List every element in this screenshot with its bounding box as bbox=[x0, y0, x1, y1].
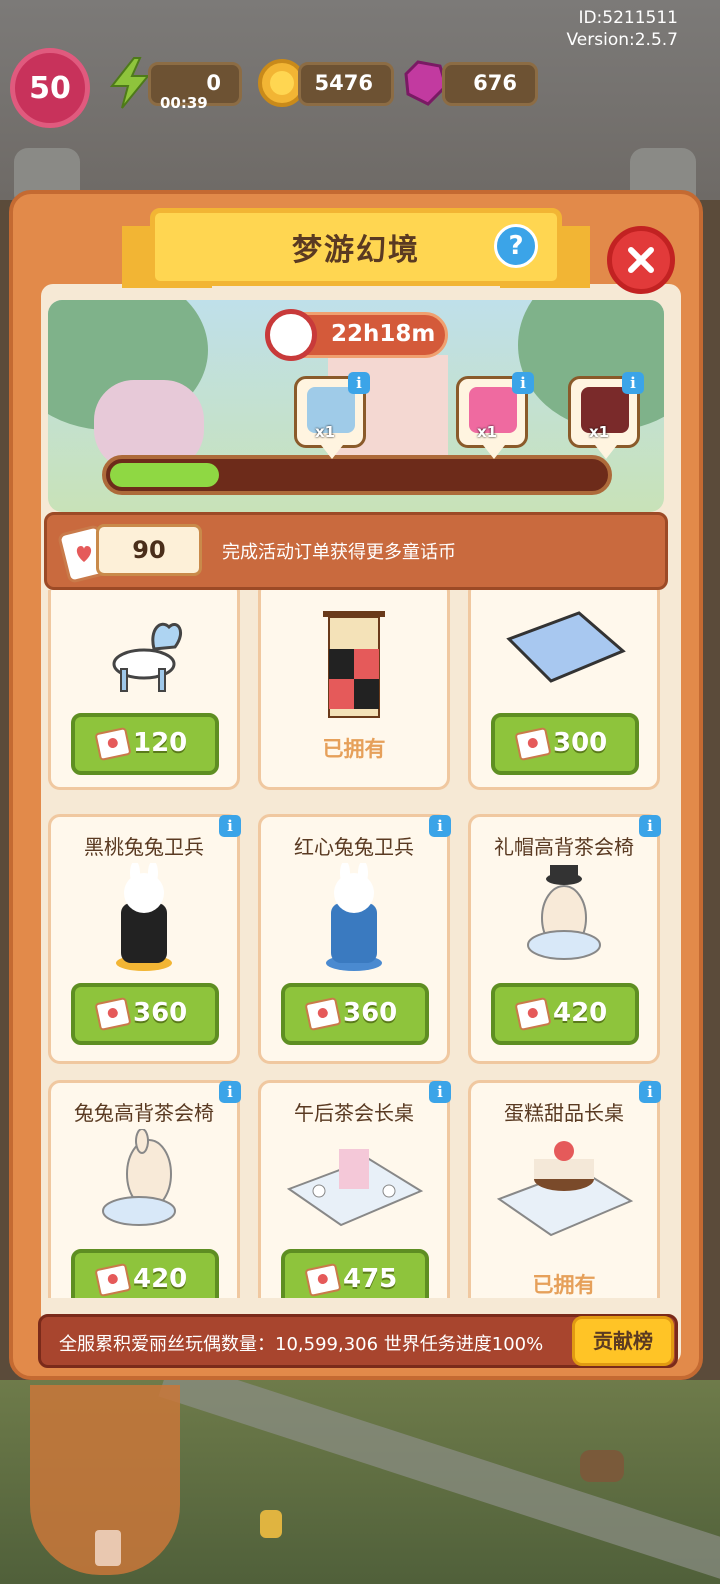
item-price: 360 bbox=[343, 998, 398, 1028]
item-price: 120 bbox=[133, 728, 188, 758]
spade-rabbit-guard-icon bbox=[99, 861, 189, 977]
shop-item-name: 红心兔兔卫兵 bbox=[294, 835, 414, 859]
fairy-coin-amount: 90 bbox=[96, 524, 202, 576]
item-price: 300 bbox=[553, 728, 608, 758]
shop-item-name: 兔兔高背茶会椅 bbox=[74, 1101, 214, 1125]
energy-timer: 00:39 bbox=[160, 94, 208, 112]
shop-item-name: 午后茶会长桌 bbox=[294, 1101, 414, 1125]
shop-item-card[interactable]: 兔兔高背茶会椅 420 i bbox=[48, 1080, 241, 1298]
shop-item-card[interactable]: 黑桃兔兔卫兵 360 i bbox=[48, 814, 241, 1064]
reward-3-info-icon[interactable]: i bbox=[622, 372, 644, 394]
item-price: 360 bbox=[133, 998, 188, 1028]
reward-1-pointer bbox=[321, 445, 343, 459]
shop-item-card[interactable]: 蛋糕甜品长桌 已拥有 i bbox=[468, 1080, 661, 1298]
shop-item-card[interactable]: 120 bbox=[48, 590, 240, 790]
fairy-coin-icon bbox=[514, 996, 552, 1032]
item-info-icon[interactable]: i bbox=[219, 1081, 241, 1103]
background-stump bbox=[580, 1450, 624, 1482]
reward-3-count: x1 bbox=[589, 423, 610, 441]
reward-2-info-icon[interactable]: i bbox=[512, 372, 534, 394]
shop-item-card[interactable]: 午后茶会长桌 475 i bbox=[258, 1080, 451, 1298]
afternoon-tea-table-icon bbox=[279, 1129, 429, 1243]
close-icon bbox=[628, 247, 654, 273]
gem-value: 676 bbox=[473, 71, 517, 95]
fairy-coin-value: 90 bbox=[132, 536, 166, 564]
owned-label: 已拥有 bbox=[322, 737, 386, 761]
close-button[interactable] bbox=[607, 226, 675, 294]
fairy-coin-icon bbox=[94, 1262, 132, 1298]
item-info-icon[interactable]: i bbox=[429, 1081, 451, 1103]
reward-1-count: x1 bbox=[315, 423, 336, 441]
item-info-icon[interactable]: i bbox=[639, 815, 661, 837]
buy-button[interactable]: 360 bbox=[71, 983, 219, 1045]
buy-button[interactable]: 475 bbox=[281, 1249, 429, 1298]
reward-2-count: x1 bbox=[477, 423, 498, 441]
help-button[interactable]: ? bbox=[494, 224, 538, 268]
gem-counter[interactable]: 676 bbox=[442, 62, 538, 106]
version-label: Version:2.5.7 bbox=[566, 30, 679, 50]
level-badge[interactable]: 50 bbox=[10, 48, 90, 128]
fairy-coin-icon bbox=[94, 996, 132, 1032]
energy-value: 0 bbox=[206, 71, 221, 95]
shop-item-card[interactable]: 300 bbox=[468, 590, 660, 790]
item-price: 420 bbox=[133, 1264, 188, 1294]
background-card bbox=[95, 1530, 121, 1566]
shop-item-name: 蛋糕甜品长桌 bbox=[504, 1101, 624, 1125]
event-timer: 22h18m bbox=[265, 309, 448, 361]
user-id: ID:5211511 bbox=[578, 8, 678, 28]
world-progress-text: 全服累积爱丽丝玩偶数量：10,599,306 世界任务进度100% bbox=[59, 1334, 544, 1355]
reward-3-pointer bbox=[595, 445, 617, 459]
coin-value: 5476 bbox=[314, 71, 373, 95]
fairy-coin-icon bbox=[514, 726, 552, 762]
reward-1-info-icon[interactable]: i bbox=[348, 372, 370, 394]
currency-hint: 完成活动订单获得更多童话币 bbox=[222, 542, 456, 563]
owned-label: 已拥有 bbox=[532, 1273, 596, 1297]
clock-icon bbox=[265, 309, 317, 361]
buy-button[interactable]: 420 bbox=[71, 1249, 219, 1298]
shop-item-name: 黑桃兔兔卫兵 bbox=[84, 835, 204, 859]
fairy-coin-icon bbox=[304, 1262, 342, 1298]
tophat-tea-chair-icon bbox=[514, 863, 614, 977]
buy-button[interactable]: 300 bbox=[491, 713, 639, 775]
buy-button[interactable]: 420 bbox=[491, 983, 639, 1045]
buy-button[interactable]: 360 bbox=[281, 983, 429, 1045]
fairy-coin-icon bbox=[304, 996, 342, 1032]
contribution-rank-button[interactable]: 贡献榜 bbox=[572, 1316, 674, 1366]
event-progress-bar bbox=[102, 455, 612, 495]
progress-fill bbox=[110, 463, 219, 487]
item-info-icon[interactable]: i bbox=[429, 815, 451, 837]
heart-chair-icon bbox=[99, 609, 189, 703]
item-info-icon[interactable]: i bbox=[639, 1081, 661, 1103]
level-value: 50 bbox=[29, 70, 71, 106]
cake-dessert-table-icon bbox=[489, 1129, 639, 1253]
shop-item-name: 礼帽高背茶会椅 bbox=[494, 835, 634, 859]
coin-counter[interactable]: 5476 bbox=[298, 62, 394, 106]
contribution-rank-label: 贡献榜 bbox=[593, 1329, 653, 1353]
event-title: 梦游幻境 bbox=[292, 233, 420, 268]
card-banner-icon bbox=[319, 609, 389, 733]
shop-item-card[interactable]: 红心兔兔卫兵 360 i bbox=[258, 814, 451, 1064]
shop-item-card[interactable]: 已拥有 bbox=[258, 590, 450, 790]
reward-2-pointer bbox=[483, 445, 505, 459]
item-price: 475 bbox=[343, 1264, 398, 1294]
fairy-coin-icon bbox=[94, 726, 132, 762]
heart-rabbit-guard-icon bbox=[309, 861, 399, 977]
shop-grid[interactable]: 120 已拥有 300 黑桃兔兔卫兵 360 i 红心兔兔卫兵 360 i 礼帽高背茶会椅 420 i… bbox=[48, 590, 664, 1298]
buy-button[interactable]: 120 bbox=[71, 713, 219, 775]
item-info-icon[interactable]: i bbox=[219, 815, 241, 837]
shop-item-card[interactable]: 礼帽高背茶会椅 420 i bbox=[468, 814, 661, 1064]
timer-text: 22h18m bbox=[331, 321, 436, 347]
item-price: 420 bbox=[553, 998, 608, 1028]
rabbit-tea-chair-icon bbox=[94, 1128, 194, 1243]
checkered-rug-icon bbox=[499, 609, 629, 693]
background-can bbox=[260, 1510, 282, 1538]
